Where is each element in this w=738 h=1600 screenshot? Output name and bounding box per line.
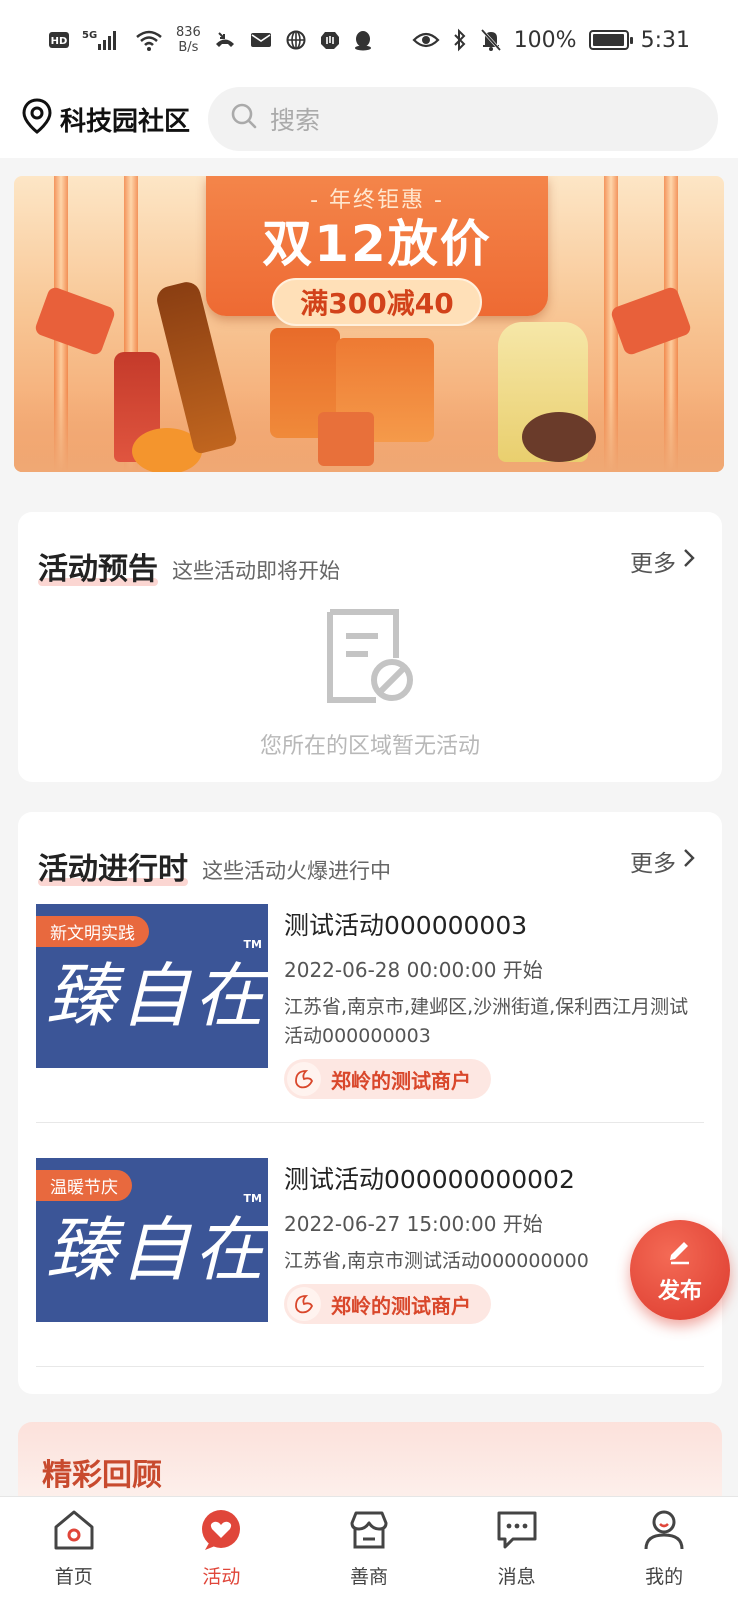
event-address: 江苏省,南京市,建邺区,沙洲街道,保利西江月测试活动000000003 <box>284 996 689 1047</box>
banner-promo: 满300减40 <box>272 278 482 326</box>
location-pin-icon <box>22 97 52 141</box>
event-item[interactable]: 温暖节庆 臻自在 TM 测试活动000000000002 2022-06-27 … <box>36 1158 690 1328</box>
wifi-icon <box>134 28 164 52</box>
publish-label: 发布 <box>657 1279 702 1304</box>
event-thumbnail: 新文明实践 臻自在 TM <box>36 904 268 1068</box>
tab-activity[interactable]: 活动 <box>148 1497 296 1600</box>
merchant-logo-icon <box>287 1062 321 1096</box>
mail-icon <box>249 30 273 50</box>
merchant-name: 郑岭的测试商户 <box>331 1068 471 1093</box>
battery-icon <box>588 30 633 50</box>
tab-label: 消息 <box>497 1566 536 1588</box>
tab-label: 活动 <box>202 1566 241 1588</box>
chevron-right-icon <box>682 847 696 875</box>
preview-title: 活动预告 <box>38 552 158 587</box>
event-start-time: 2022-06-27 15:00:00 开始 <box>284 1212 543 1236</box>
tab-label: 善商 <box>349 1566 388 1588</box>
empty-text: 您所在的区域暂无活动 <box>259 734 480 759</box>
trademark-mark: TM <box>243 1192 262 1205</box>
svg-text:5G: 5G <box>82 30 97 41</box>
more-label: 更多 <box>630 551 676 577</box>
promo-banner[interactable]: - 年终钜惠 - 双12放价 满300减40 <box>14 176 724 472</box>
event-title: 测试活动000000000002 <box>284 1165 575 1194</box>
brand-logo-text: 臻自在 <box>46 1209 268 1291</box>
publish-button[interactable]: 发布 <box>630 1220 730 1320</box>
banner-pre-title: - 年终钜惠 - <box>310 188 444 213</box>
hd-badge-icon: HD <box>48 31 70 49</box>
event-start-time: 2022-06-28 00:00:00 开始 <box>284 958 543 982</box>
tab-shop[interactable]: 善商 <box>295 1497 443 1600</box>
bluetooth-icon <box>452 28 468 52</box>
merchant-badge[interactable]: 郑岭的测试商户 <box>284 1284 491 1324</box>
missed-call-icon <box>213 29 237 51</box>
merchant-name: 郑岭的测试商户 <box>331 1293 471 1318</box>
search-input[interactable]: 搜索 <box>208 87 718 151</box>
signal-5g-icon: 5G <box>82 28 122 52</box>
search-icon <box>230 102 258 136</box>
profile-icon <box>640 1507 688 1558</box>
tab-label: 首页 <box>54 1566 93 1588</box>
tab-home[interactable]: 首页 <box>0 1497 148 1600</box>
app-header: 科技园社区 搜索 <box>0 80 738 158</box>
preview-subtitle: 这些活动即将开始 <box>172 559 340 583</box>
activity-heart-icon <box>197 1507 245 1558</box>
empty-document-icon <box>322 606 418 710</box>
banner-sign: - 年终钜惠 - 双12放价 满300减40 <box>206 176 548 326</box>
divider <box>36 1122 704 1123</box>
red-envelope-image <box>33 285 117 357</box>
edit-pencil-icon <box>665 1235 695 1271</box>
review-title: 精彩回顾 <box>42 1458 162 1493</box>
hand-stop-icon <box>319 29 341 51</box>
search-placeholder: 搜索 <box>270 106 321 135</box>
message-icon <box>493 1507 541 1558</box>
preview-more-link[interactable]: 更多 <box>630 544 696 578</box>
more-label: 更多 <box>630 851 676 877</box>
event-item[interactable]: 新文明实践 臻自在 TM 测试活动000000003 2022-06-28 00… <box>36 904 690 1099</box>
location-label: 科技园社区 <box>60 106 191 137</box>
ongoing-more-link[interactable]: 更多 <box>630 844 696 878</box>
banner-title: 双12放价 <box>262 215 492 273</box>
ongoing-section: 活动进行时 这些活动火爆进行中 更多 新文明实践 臻自在 TM 测试活动0000… <box>18 812 722 1394</box>
event-thumbnail: 温暖节庆 臻自在 TM <box>36 1158 268 1322</box>
merchant-badge[interactable]: 郑岭的测试商户 <box>284 1059 491 1099</box>
battery-percent: 100% <box>513 27 577 53</box>
mute-bell-icon <box>480 28 502 52</box>
battery-fill <box>592 34 624 46</box>
browser-icon <box>285 29 307 51</box>
empty-state: 您所在的区域暂无活动 <box>18 606 722 760</box>
tab-profile[interactable]: 我的 <box>590 1497 738 1600</box>
donut-image <box>522 412 596 462</box>
red-envelope-image <box>609 285 693 357</box>
shop-icon <box>345 1507 393 1558</box>
eye-icon <box>412 30 440 50</box>
chips-can-image <box>318 412 374 466</box>
tab-messages[interactable]: 消息 <box>443 1497 591 1600</box>
preview-section: 活动预告 这些活动即将开始 更多 您所在的区域暂无活动 <box>18 512 722 782</box>
divider <box>36 1366 704 1367</box>
qq-icon <box>353 29 373 51</box>
review-section: 精彩回顾 <box>18 1422 722 1502</box>
tab-label: 我的 <box>645 1566 684 1588</box>
ongoing-subtitle: 这些活动火爆进行中 <box>202 859 391 883</box>
chevron-right-icon <box>682 547 696 575</box>
merchant-logo-icon <box>287 1287 321 1321</box>
clock-time: 5:31 <box>640 27 690 53</box>
svg-text:HD: HD <box>51 36 68 47</box>
home-icon <box>50 1507 98 1558</box>
trademark-mark: TM <box>243 938 262 951</box>
location-selector[interactable]: 科技园社区 <box>22 97 191 141</box>
brand-logo-text: 臻自在 <box>46 955 268 1037</box>
ongoing-title: 活动进行时 <box>38 852 188 887</box>
status-bar: HD 5G 836 B/s 100% 5:31 <box>0 0 738 80</box>
event-title: 测试活动000000003 <box>284 911 528 940</box>
network-speed: 836 B/s <box>176 25 201 55</box>
bottom-tab-bar: 首页 活动 善商 消息 我的 <box>0 1496 738 1600</box>
